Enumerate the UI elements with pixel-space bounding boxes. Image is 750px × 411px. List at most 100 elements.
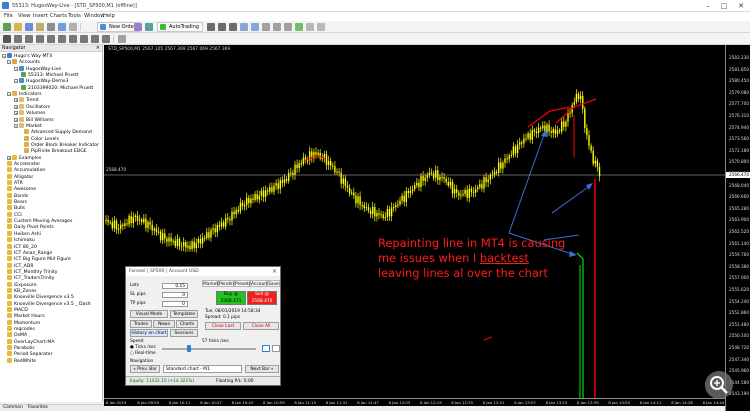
crosshair-icon[interactable] xyxy=(14,35,22,43)
data-window-icon[interactable] xyxy=(69,23,77,31)
vertical-line-icon[interactable] xyxy=(25,35,33,43)
nav-custom-indicator[interactable]: Accelerator xyxy=(7,160,40,167)
nav-custom-indicator[interactable]: ICT Asian_Range xyxy=(7,249,52,256)
nav-custom-indicator[interactable]: ICT 80_20 xyxy=(7,243,37,250)
nav-market-item[interactable]: Color Levels xyxy=(24,135,59,142)
expand-toggle-icon[interactable]: − xyxy=(7,60,11,65)
nav-indicator-group[interactable]: + Bill Williams xyxy=(14,116,54,123)
nav-indicator-group[interactable]: + Oscillators xyxy=(14,103,50,110)
tab-common[interactable]: Common xyxy=(3,405,23,411)
nav-account-server[interactable]: − HugosWay-Live xyxy=(14,65,61,72)
nav-custom-indicator[interactable]: OverLayChart-MA xyxy=(7,338,55,345)
horizontal-line-icon[interactable] xyxy=(36,35,44,43)
nav-custom-indicator[interactable]: Daily Pivot Points xyxy=(7,224,54,230)
nav-custom-indicator[interactable]: ATR xyxy=(7,180,23,186)
nav-market-item[interactable]: PipFinite Breakout EDGE xyxy=(24,148,87,154)
expand-toggle-icon[interactable]: + xyxy=(14,111,18,116)
strategy-tester-icon[interactable] xyxy=(58,23,66,31)
lots-input[interactable]: 0.15 xyxy=(162,283,188,289)
profiles-icon[interactable] xyxy=(14,23,22,31)
nav-custom-indicator[interactable]: Market Hours xyxy=(7,313,45,319)
expand-toggle-icon[interactable]: + xyxy=(14,104,18,109)
nav-custom-indicator[interactable]: KB_Zones xyxy=(7,287,37,294)
cursor-icon[interactable] xyxy=(3,35,11,43)
autoscroll-icon[interactable] xyxy=(284,23,292,31)
trades-button[interactable]: Trades xyxy=(130,320,152,328)
expand-toggle-icon[interactable]: − xyxy=(14,79,18,84)
nav-custom-indicator[interactable]: RedWhite xyxy=(7,357,36,364)
bar-chart-icon[interactable] xyxy=(207,23,215,31)
menu-charts[interactable]: Charts xyxy=(50,13,67,19)
nav-root[interactable]: − Hugo's Way MT4 xyxy=(2,53,52,59)
expand-toggle-icon[interactable]: + xyxy=(7,155,11,160)
news-button[interactable]: News xyxy=(153,320,175,328)
visual-mode-button[interactable]: Visual Mode xyxy=(130,310,168,318)
nav-custom-indicator[interactable]: ICT_TradersTrinity xyxy=(7,275,55,281)
nav-custom-indicator[interactable]: Bears xyxy=(7,199,27,205)
terminal-icon[interactable] xyxy=(47,23,55,31)
zoom-out-icon[interactable] xyxy=(251,23,259,31)
nav-custom-indicator[interactable]: Parabolic xyxy=(7,345,35,351)
autotrading-button[interactable]: AutoTrading xyxy=(157,22,203,32)
nav-custom-indicator[interactable]: Bands xyxy=(7,192,28,199)
radio-ticks-per-sec[interactable]: ● Ticks /sec xyxy=(130,345,156,350)
nav-custom-indicator[interactable]: Ichimoku xyxy=(7,237,35,243)
nav-custom-indicator[interactable]: mqcodes xyxy=(7,326,35,332)
menu-insert[interactable]: Insert xyxy=(33,13,48,19)
nav-custom-indicator[interactable]: CCI xyxy=(7,211,22,218)
nav-account-server[interactable]: − HugosWay-Demo3 xyxy=(14,78,68,84)
tab-pending[interactable]: Pending xyxy=(218,280,237,287)
text-icon[interactable] xyxy=(80,35,88,43)
arrows-icon[interactable] xyxy=(102,35,110,43)
close-last-button[interactable]: Close Last xyxy=(205,322,241,330)
tab-save[interactable]: Save xyxy=(267,280,280,287)
nav-custom-indicator[interactable]: ICT_ADR xyxy=(7,262,34,269)
signals-icon[interactable] xyxy=(145,23,153,31)
nav-custom-indicator[interactable]: + Examples xyxy=(7,154,41,161)
tester-close-icon[interactable]: × xyxy=(272,267,277,276)
nav-indicator-group[interactable]: − Market xyxy=(14,122,42,129)
market-watch-icon[interactable] xyxy=(25,23,33,31)
sessions-button[interactable]: Sessions xyxy=(170,329,198,337)
sell-button[interactable]: Sell @ 2568.470 xyxy=(247,291,277,305)
nav-custom-indicator[interactable]: iExposure xyxy=(7,281,37,288)
line-chart-icon[interactable] xyxy=(229,23,237,31)
nav-market-item[interactable]: Advanced Supply Demand xyxy=(24,129,92,135)
nav-indicator-group[interactable]: + Volumes xyxy=(14,110,45,116)
speed-slider-track[interactable] xyxy=(162,348,256,350)
menu-tools[interactable]: Tools xyxy=(68,13,81,19)
buy-button[interactable]: Buy @ 2568.471 xyxy=(216,291,246,305)
nav-custom-indicator[interactable]: Heiken Ashi xyxy=(7,230,41,237)
nav-account-user[interactable]: 55313: Michael Pruett xyxy=(21,72,79,78)
nav-custom-indicator[interactable]: MACD xyxy=(7,307,28,313)
chart-shift-icon[interactable] xyxy=(273,23,281,31)
prev-bar-button[interactable]: « Prev. Bar xyxy=(130,365,160,373)
meta-editor-icon[interactable] xyxy=(134,23,142,31)
tab-account[interactable]: Account xyxy=(250,280,269,287)
close-all-button[interactable]: Close All xyxy=(243,322,279,330)
tab-favorites[interactable]: Favorites xyxy=(28,405,48,411)
equidistant-channel-icon[interactable] xyxy=(58,35,66,43)
expand-toggle-icon[interactable]: − xyxy=(7,92,11,97)
tab-presets[interactable]: Presets xyxy=(234,280,251,287)
new-chart-icon[interactable] xyxy=(3,23,11,31)
periods-icon[interactable] xyxy=(306,23,314,31)
next-bar-button[interactable]: Next Bar » xyxy=(245,365,279,373)
nav-custom-indicator[interactable]: Alligator xyxy=(7,173,33,180)
nav-market-item[interactable]: Order Block Breaker Indicator xyxy=(24,141,99,148)
expand-toggle-icon[interactable]: + xyxy=(14,98,18,103)
indicators-icon[interactable] xyxy=(295,23,303,31)
text-label-icon[interactable] xyxy=(91,35,99,43)
nav-custom-indicator[interactable]: Accumulation xyxy=(7,167,45,173)
fibonacci-icon[interactable] xyxy=(69,35,77,43)
zoom-magnifier-icon[interactable] xyxy=(705,371,733,399)
nav-custom-indicator[interactable]: OsMA xyxy=(7,332,27,338)
nav-account-user[interactable]: 2103399020: Michael Pruett xyxy=(21,84,93,91)
zoom-in-icon[interactable] xyxy=(240,23,248,31)
menu-view[interactable]: View xyxy=(18,13,30,19)
sl-input[interactable]: 0 xyxy=(162,292,188,298)
nav-custom-indicator[interactable]: Custom Moving Averages xyxy=(7,218,72,224)
nav-custom-indicator[interactable]: ICT_Monthly Trinity xyxy=(7,268,58,275)
candlestick-icon[interactable] xyxy=(218,23,226,31)
radio-realtime[interactable]: ○ Real-time xyxy=(130,351,156,356)
